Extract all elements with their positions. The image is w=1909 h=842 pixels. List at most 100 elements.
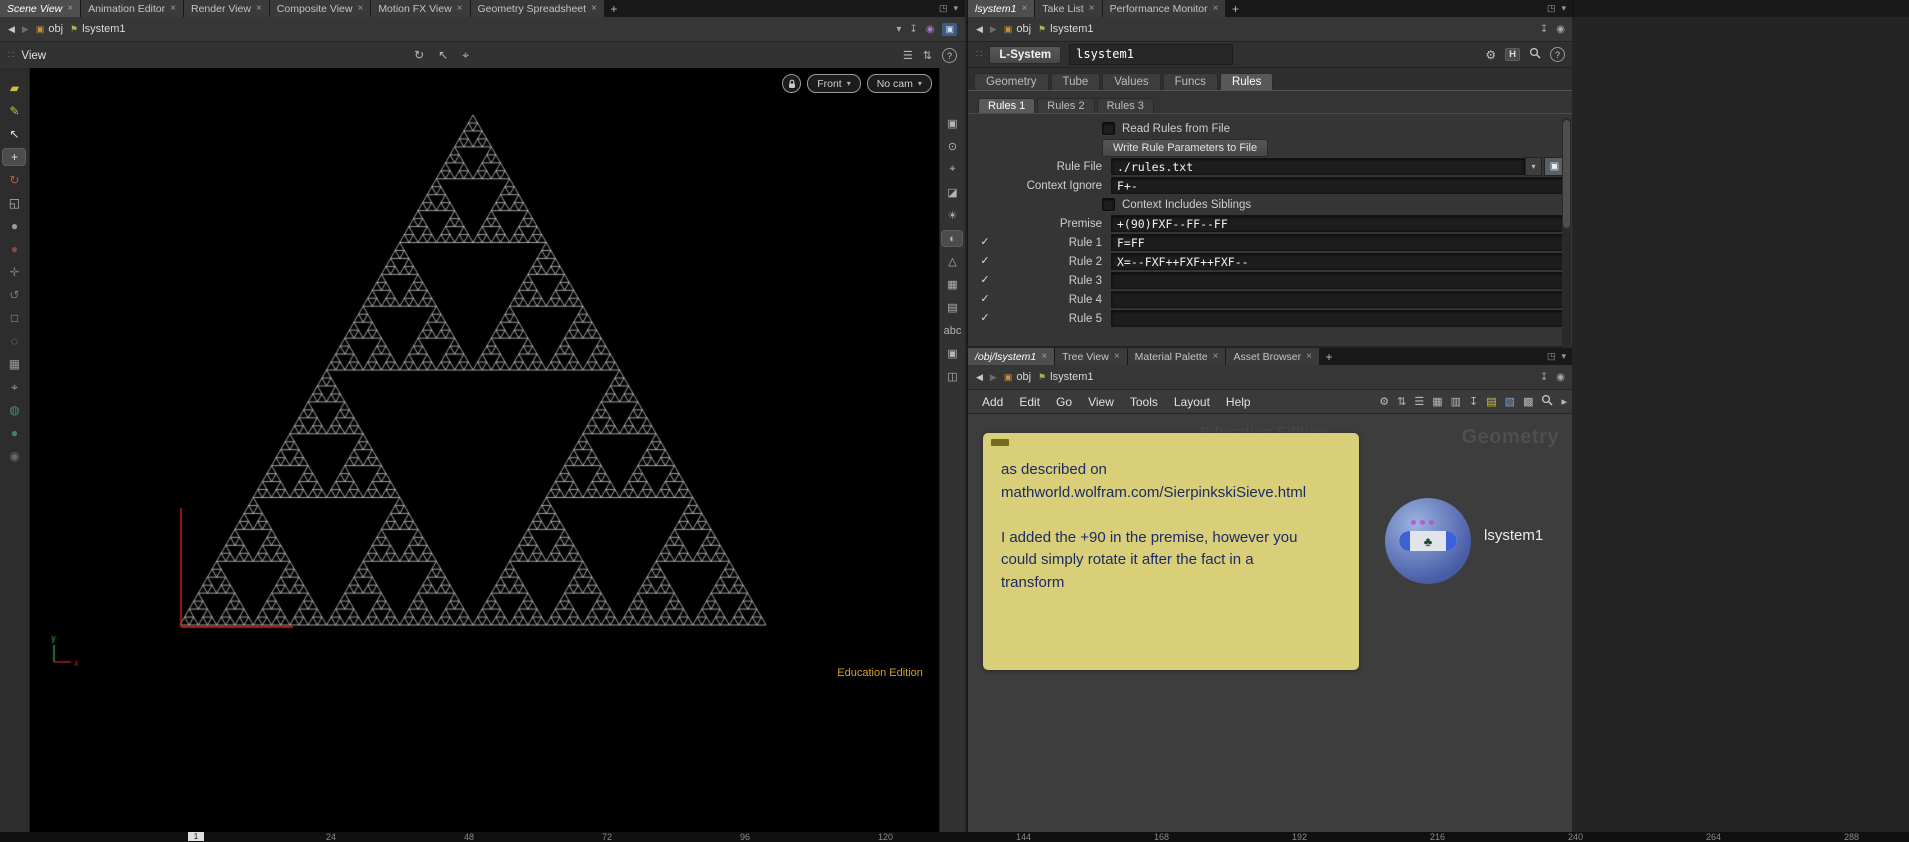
close-icon[interactable] xyxy=(1306,352,1312,362)
folder-tab-rules[interactable]: Rules xyxy=(1220,73,1273,90)
close-icon[interactable] xyxy=(357,4,363,14)
pose-icon[interactable]: ● xyxy=(3,241,25,257)
camera-lock-icon[interactable] xyxy=(782,74,801,93)
select-visible-icon[interactable]: ◪ xyxy=(942,185,962,200)
frame-all-icon[interactable]: ⌖ xyxy=(942,162,962,177)
new-tab-button[interactable]: + xyxy=(1320,348,1338,365)
drag-handle[interactable]: ∷ xyxy=(8,50,13,61)
rules-tab-1[interactable]: Rules 1 xyxy=(978,98,1035,113)
camera-selector[interactable]: Front ▾ xyxy=(807,74,861,93)
menu-item[interactable]: Tools xyxy=(1122,395,1166,409)
pin-icon[interactable]: ↧ xyxy=(1540,372,1548,383)
path-dropdown-icon[interactable]: ▾ xyxy=(896,24,901,35)
rule-enabled-checkbox[interactable] xyxy=(980,275,989,286)
grid-icon[interactable]: ▦ xyxy=(942,277,962,292)
premise-field[interactable]: +(90)FXF--FF--FF xyxy=(1111,215,1565,232)
list-icon[interactable]: ☰ xyxy=(903,49,913,62)
rule-value-field[interactable]: X=--FXF++FXF++FXF-- xyxy=(1111,253,1565,270)
rule-enabled-checkbox[interactable] xyxy=(980,313,989,324)
pencil-icon[interactable]: ✎ xyxy=(3,103,25,119)
camera-view-icon[interactable]: ▣ xyxy=(942,23,957,36)
pane-split-icon[interactable]: ◳ xyxy=(1547,3,1556,14)
rule-enabled-checkbox[interactable] xyxy=(980,237,989,248)
grid-view-icon[interactable]: ▦ xyxy=(1432,395,1442,408)
light-icon[interactable]: ☀ xyxy=(942,208,962,223)
snapshot-icon[interactable]: ▣ xyxy=(942,346,962,361)
node-flag-left[interactable] xyxy=(1399,531,1410,551)
breadcrumb-obj[interactable]: ▣ obj xyxy=(1004,371,1031,383)
breadcrumb-obj[interactable]: ▣ obj xyxy=(1004,23,1031,35)
pane-split-icon[interactable]: ◳ xyxy=(939,3,948,14)
close-icon[interactable] xyxy=(170,4,176,14)
pane-link-icon[interactable]: ◉ xyxy=(1556,372,1565,383)
display-options-icon[interactable]: ◫ xyxy=(942,369,962,384)
pane-split-icon[interactable]: ◳ xyxy=(1547,351,1556,362)
sticky-note-header[interactable] xyxy=(991,439,1009,446)
tab-obj-lsystem1[interactable]: /obj/lsystem1 xyxy=(968,348,1055,365)
tab-scene-view[interactable]: Scene View xyxy=(0,0,81,17)
forward-icon[interactable]: ▶ xyxy=(22,24,29,35)
node-name-field[interactable]: lsystem1 xyxy=(1069,44,1233,65)
lasso-select-icon[interactable]: ◌ xyxy=(3,333,25,349)
sort-icon[interactable]: ⇅ xyxy=(1397,395,1406,408)
rule-enabled-checkbox[interactable] xyxy=(980,256,989,267)
rule-value-field[interactable] xyxy=(1111,310,1565,327)
help-icon[interactable]: ? xyxy=(942,48,957,63)
wireframe-icon[interactable]: △ xyxy=(942,254,962,269)
sticky-note[interactable]: as described on mathworld.wolfram.com/Si… xyxy=(983,433,1359,670)
rotate-icon[interactable]: ↻ xyxy=(3,172,25,188)
detail-view-icon[interactable]: ▥ xyxy=(1451,395,1461,408)
orbit-tool-icon[interactable]: ↺ xyxy=(3,287,25,303)
menu-item[interactable]: Add xyxy=(974,395,1011,409)
houdini-badge-icon[interactable]: H xyxy=(1505,48,1520,61)
current-frame-marker[interactable]: 1 xyxy=(188,832,204,841)
node-shape[interactable]: ♣ xyxy=(1399,531,1457,551)
close-icon[interactable] xyxy=(1213,4,1219,14)
folder-tab-funcs[interactable]: Funcs xyxy=(1163,73,1218,90)
snap-grid-icon[interactable]: ▦ xyxy=(3,356,25,372)
color-swatch-icon[interactable]: ▧ xyxy=(1505,395,1515,408)
object-space-icon[interactable]: ● xyxy=(3,425,25,441)
target-icon[interactable]: ⌖ xyxy=(462,48,469,63)
rule-value-field[interactable] xyxy=(1111,291,1565,308)
viewport-canvas[interactable] xyxy=(30,68,939,830)
label-abc-icon[interactable]: abc xyxy=(942,323,962,338)
gear-icon[interactable]: ⚙ xyxy=(1485,48,1496,62)
world-space-icon[interactable]: ◍ xyxy=(3,402,25,418)
rule-enabled-checkbox[interactable] xyxy=(980,294,989,305)
back-icon[interactable]: ◀ xyxy=(976,24,983,35)
shade-mode-icon[interactable]: ◐ xyxy=(942,231,962,246)
folder-tab-values[interactable]: Values xyxy=(1102,73,1160,90)
menu-item[interactable]: Layout xyxy=(1166,395,1218,409)
tab-performance-monitor[interactable]: Performance Monitor xyxy=(1103,0,1227,17)
reference-plane-icon[interactable]: ▤ xyxy=(942,300,962,315)
lsystem-node[interactable]: ♣ xyxy=(1385,498,1471,584)
forward-icon[interactable]: ▶ xyxy=(990,24,997,35)
scene-viewport[interactable]: Front ▾ No cam ▾ Education Edition xyxy=(30,68,939,832)
tab-motion-fx-view[interactable]: Motion FX View xyxy=(371,0,470,17)
box-select-icon[interactable]: □ xyxy=(3,310,25,326)
close-icon[interactable] xyxy=(457,4,463,14)
close-icon[interactable] xyxy=(591,4,597,14)
wrench-icon[interactable]: ⚙ xyxy=(1379,395,1389,408)
pane-menu-icon[interactable]: ▾ xyxy=(953,3,958,14)
scrollbar[interactable] xyxy=(1562,118,1571,350)
new-tab-button[interactable]: + xyxy=(1226,0,1244,17)
tab-take-list[interactable]: Take List xyxy=(1035,0,1102,17)
translate-icon[interactable]: + xyxy=(3,149,25,165)
back-icon[interactable]: ◀ xyxy=(976,372,983,383)
pane-menu-icon[interactable]: ▾ xyxy=(1561,3,1566,14)
menu-item[interactable]: Help xyxy=(1218,395,1259,409)
render-flag-icon[interactable]: ◉ xyxy=(3,448,25,464)
sort-icon[interactable]: ⇅ xyxy=(923,49,932,62)
select-icon[interactable]: ↖ xyxy=(3,126,25,142)
breadcrumb-node[interactable]: ⚑ lsystem1 xyxy=(70,23,125,35)
breadcrumb-node[interactable]: ⚑ lsystem1 xyxy=(1038,23,1093,35)
close-icon[interactable] xyxy=(1089,4,1095,14)
sticky-note-icon[interactable]: ▤ xyxy=(1486,395,1496,408)
tab-lsystem1[interactable]: lsystem1 xyxy=(968,0,1035,17)
list-view-icon[interactable]: ☰ xyxy=(1414,395,1424,408)
handles-icon[interactable]: ✛ xyxy=(3,264,25,280)
orbit-icon[interactable]: ↻ xyxy=(414,48,424,63)
pane-link-icon[interactable]: ◉ xyxy=(1556,24,1565,35)
